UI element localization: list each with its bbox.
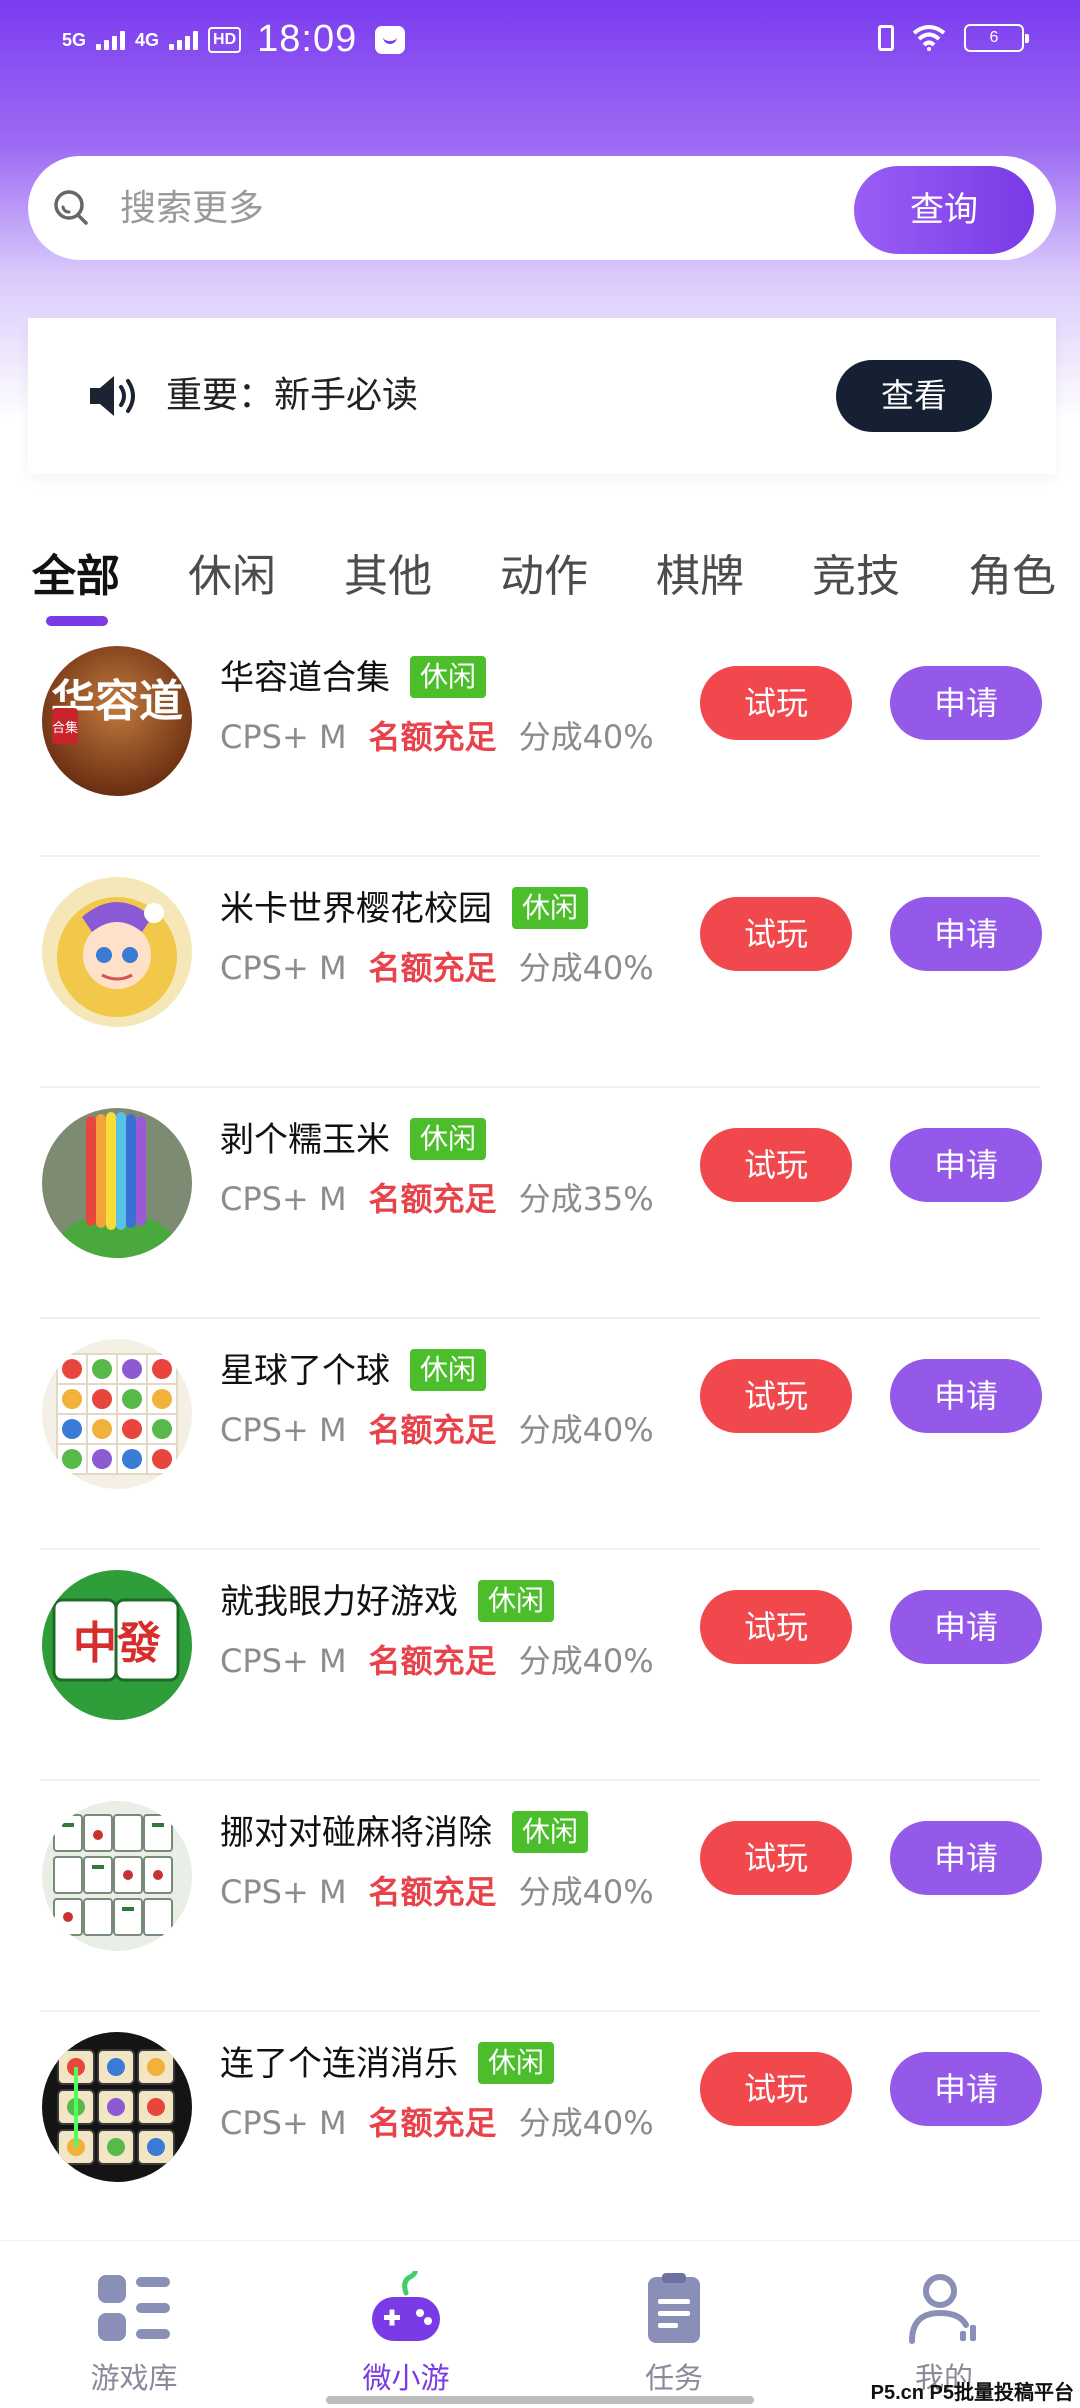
try-button[interactable]: 试玩 <box>700 1821 852 1895</box>
game-tag: 休闲 <box>410 1118 487 1160</box>
tab-active-indicator <box>46 616 108 626</box>
game-tag: 休闲 <box>478 2042 555 2084</box>
apply-button[interactable]: 申请 <box>890 1128 1042 1202</box>
apply-button[interactable]: 申请 <box>890 2052 1042 2126</box>
game-meta: CPS+ M 名额充足 分成40% <box>220 2104 654 2142</box>
game-meta: CPS+ M 名额充足 分成40% <box>220 1642 654 1680</box>
tab-action[interactable]: 动作 <box>500 540 588 604</box>
mahjong-tile-art: 中發 <box>73 1618 161 1669</box>
game-icon-mahjong: 中發 <box>42 1570 192 1720</box>
list-item[interactable]: 连了个连消消乐 休闲 CPS+ M 名额充足 分成40% 试玩 申请 <box>0 2012 1080 2243</box>
game-meta: CPS+ M 名额充足 分成40% <box>220 718 654 756</box>
list-item[interactable]: 星球了个球 休闲 CPS+ M 名额充足 分成40% 试玩 申请 <box>0 1319 1080 1550</box>
game-tag: 休闲 <box>410 1349 487 1391</box>
list-item[interactable]: 华容道 合集 华容道合集 休闲 CPS+ M 名额充足 分成40% 试玩 申请 <box>0 626 1080 857</box>
game-icon-link-match <box>42 2032 192 2182</box>
game-icon-mika-world <box>42 877 192 1027</box>
game-icon-huarongdao: 华容道 合集 <box>42 646 192 796</box>
apply-button[interactable]: 申请 <box>890 1590 1042 1664</box>
game-icon-corn <box>42 1108 192 1258</box>
game-tag: 休闲 <box>512 887 589 929</box>
list-item[interactable]: 米卡世界樱花校园 休闲 CPS+ M 名额充足 分成40% 试玩 申请 <box>0 857 1080 1088</box>
home-indicator[interactable] <box>326 2396 754 2404</box>
speaker-icon <box>90 376 135 416</box>
tab-casual[interactable]: 休闲 <box>188 540 276 604</box>
try-button[interactable]: 试玩 <box>700 897 852 971</box>
user-icon <box>909 2274 976 2344</box>
tab-board[interactable]: 棋牌 <box>656 540 744 604</box>
game-tag: 休闲 <box>512 1811 589 1853</box>
game-meta: CPS+ M 名额充足 分成35% <box>220 1180 654 1218</box>
try-button[interactable]: 试玩 <box>700 2052 852 2126</box>
game-name: 剥个糯玉米 休闲 <box>220 1112 487 1161</box>
apply-button[interactable]: 申请 <box>890 666 1042 740</box>
search-bar: 查询 <box>28 156 1056 260</box>
try-button[interactable]: 试玩 <box>700 1590 852 1664</box>
category-tabs: 全部 休闲 其他 动作 棋牌 竞技 角色 <box>0 530 1080 630</box>
battery-icon: 6 <box>964 24 1029 52</box>
nav-label: 微小游 <box>362 2361 450 2395</box>
nav-label: 任务 <box>644 2361 703 2395</box>
game-icon-planet-ball <box>42 1339 192 1489</box>
game-tag: 休闲 <box>410 656 487 698</box>
hd-voice-badge: HD <box>208 26 242 53</box>
game-meta: CPS+ M 名额充足 分成40% <box>220 1411 654 1449</box>
nav-mini-games[interactable]: 微小游 <box>316 2264 496 2397</box>
library-icon <box>98 2275 170 2341</box>
nav-tasks[interactable]: 任务 <box>584 2271 764 2397</box>
notice-banner: 重要：新手必读 查看 <box>28 318 1056 474</box>
apply-button[interactable]: 申请 <box>890 1359 1042 1433</box>
search-button[interactable]: 查询 <box>854 166 1034 254</box>
vibrate-icon <box>878 25 894 51</box>
clipboard-icon <box>648 2273 700 2343</box>
network-5g-label: 5G <box>62 29 87 50</box>
network-4g-label: 4G <box>135 29 160 50</box>
signal-icon <box>169 30 199 50</box>
game-name: 星球了个球 休闲 <box>220 1343 487 1392</box>
game-name: 连了个连消消乐 休闲 <box>220 2036 555 2085</box>
gamepad-icon <box>372 2264 440 2341</box>
nav-game-library[interactable]: 游戏库 <box>44 2271 224 2397</box>
message-notification-icon <box>375 25 406 54</box>
search-icon <box>54 190 88 225</box>
watermark: P5.cn P5批量投稿平台 <box>870 2382 1074 2404</box>
search-input[interactable] <box>120 178 760 238</box>
try-button[interactable]: 试玩 <box>700 666 852 740</box>
status-bar: 5G 4G HD 18:09 6 <box>0 0 1080 80</box>
tab-other[interactable]: 其他 <box>344 540 432 604</box>
huarongdao-badge-art: 合集 <box>52 720 78 736</box>
wifi-icon <box>912 25 946 51</box>
list-item[interactable]: 挪对对碰麻将消除 休闲 CPS+ M 名额充足 分成40% 试玩 申请 <box>0 1781 1080 2012</box>
game-icon-mahjong-match <box>42 1801 192 1951</box>
status-time: 18:09 <box>257 18 358 60</box>
game-name: 华容道合集 休闲 <box>220 650 487 699</box>
game-name: 米卡世界樱花校园 休闲 <box>220 881 589 930</box>
tab-all[interactable]: 全部 <box>32 540 120 604</box>
list-item[interactable]: 中發 就我眼力好游戏 休闲 CPS+ M 名额充足 分成40% 试玩 申请 <box>0 1550 1080 1781</box>
list-item[interactable]: 剥个糯玉米 休闲 CPS+ M 名额充足 分成35% 试玩 申请 <box>0 1088 1080 1319</box>
game-tag: 休闲 <box>478 1580 555 1622</box>
try-button[interactable]: 试玩 <box>700 1128 852 1202</box>
tab-role[interactable]: 角色 <box>968 540 1056 604</box>
game-name: 挪对对碰麻将消除 休闲 <box>220 1805 589 1854</box>
game-meta: CPS+ M 名额充足 分成40% <box>220 1873 654 1911</box>
try-button[interactable]: 试玩 <box>700 1359 852 1433</box>
signal-icon <box>96 30 126 50</box>
view-button[interactable]: 查看 <box>836 360 992 432</box>
notice-text: 重要：新手必读 <box>166 375 419 416</box>
apply-button[interactable]: 申请 <box>890 1821 1042 1895</box>
tab-competitive[interactable]: 竞技 <box>812 540 900 604</box>
nav-label: 游戏库 <box>90 2361 178 2395</box>
game-meta: CPS+ M 名额充足 分成40% <box>220 949 654 987</box>
game-name: 就我眼力好游戏 休闲 <box>220 1574 555 1623</box>
apply-button[interactable]: 申请 <box>890 897 1042 971</box>
